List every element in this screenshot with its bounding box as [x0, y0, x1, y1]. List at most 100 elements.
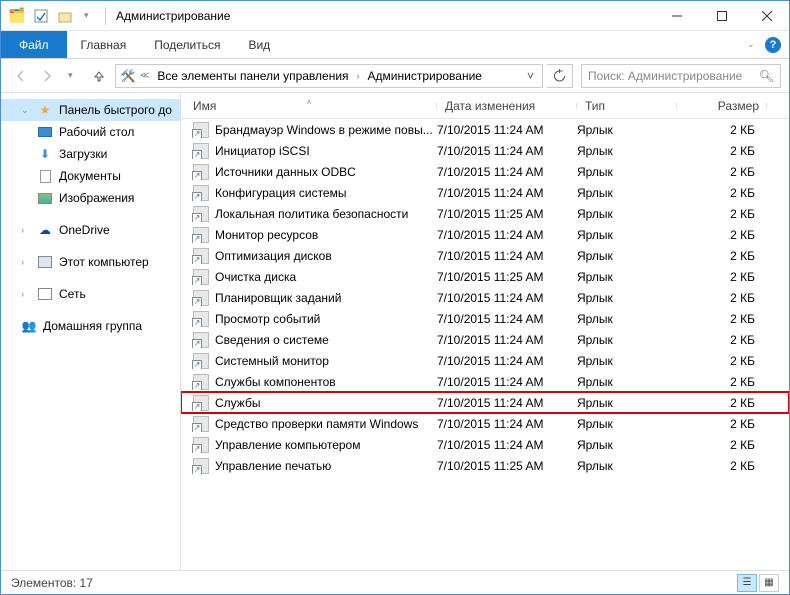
file-name: Управление компьютером — [215, 438, 360, 452]
view-icons-button[interactable]: ▦ — [759, 574, 779, 592]
sidebar-item-thispc[interactable]: ›Этот компьютер — [1, 251, 180, 273]
search-placeholder: Поиск: Администрирование — [588, 69, 742, 83]
minimize-button[interactable] — [654, 2, 699, 30]
address-bar[interactable]: 🛠️ ≪ Все элементы панели управления › Ад… — [115, 64, 543, 88]
sidebar-item-documents[interactable]: Документы — [1, 165, 180, 187]
file-date: 7/10/2015 11:25 AM — [437, 270, 577, 284]
desktop-icon — [37, 124, 53, 140]
sidebar-item-homegroup[interactable]: 👥Домашняя группа — [1, 315, 180, 337]
network-icon — [37, 286, 53, 302]
column-type[interactable]: Тип — [577, 99, 677, 113]
file-row[interactable]: Средство проверки памяти Windows7/10/201… — [181, 413, 789, 434]
file-row[interactable]: Локальная политика безопасности7/10/2015… — [181, 203, 789, 224]
sidebar-item-pictures[interactable]: Изображения — [1, 187, 180, 209]
tab-file[interactable]: Файл — [1, 31, 67, 58]
help-icon[interactable]: ? — [765, 37, 781, 53]
column-size[interactable]: Размер — [677, 99, 767, 113]
forward-button[interactable] — [35, 64, 59, 88]
column-date[interactable]: Дата изменения — [437, 99, 577, 113]
sidebar-item-network[interactable]: ›Сеть — [1, 283, 180, 305]
file-row[interactable]: Очистка диска7/10/2015 11:25 AMЯрлык2 КБ — [181, 266, 789, 287]
sidebar-item-desktop[interactable]: Рабочий стол — [1, 121, 180, 143]
file-name: Просмотр событий — [215, 312, 320, 326]
file-row[interactable]: Службы компонентов7/10/2015 11:24 AMЯрлы… — [181, 371, 789, 392]
app-icon[interactable]: 🗂️ — [7, 6, 27, 26]
maximize-button[interactable] — [699, 2, 744, 30]
column-name[interactable]: Имя˄ — [181, 99, 437, 113]
file-size: 2 КБ — [677, 417, 767, 431]
file-name: Службы компонентов — [215, 375, 336, 389]
up-button[interactable] — [87, 64, 111, 88]
file-size: 2 КБ — [677, 459, 767, 473]
file-date: 7/10/2015 11:24 AM — [437, 291, 577, 305]
address-dropdown-icon[interactable]: ˅ — [523, 69, 538, 83]
tab-share[interactable]: Поделиться — [140, 31, 234, 58]
search-input[interactable]: Поиск: Администрирование 🔍︎ — [581, 64, 781, 88]
file-row[interactable]: Конфигурация системы7/10/2015 11:24 AMЯр… — [181, 182, 789, 203]
qat-properties-icon[interactable] — [31, 6, 51, 26]
file-row[interactable]: Управление печатью7/10/2015 11:25 AMЯрлы… — [181, 455, 789, 476]
qat-dropdown-icon[interactable]: ▾ — [79, 6, 99, 26]
shortcut-icon — [193, 395, 209, 411]
file-name: Оптимизация дисков — [215, 249, 332, 263]
file-type: Ярлык — [577, 186, 677, 200]
file-date: 7/10/2015 11:24 AM — [437, 123, 577, 137]
sidebar-item-downloads[interactable]: ⬇Загрузки — [1, 143, 180, 165]
file-type: Ярлык — [577, 375, 677, 389]
shortcut-icon — [193, 248, 209, 264]
shortcut-icon — [193, 458, 209, 474]
file-row[interactable]: Планировщик заданий7/10/2015 11:24 AMЯрл… — [181, 287, 789, 308]
breadcrumb-item[interactable]: Все элементы панели управления — [153, 69, 352, 83]
file-type: Ярлык — [577, 396, 677, 410]
file-row[interactable]: Просмотр событий7/10/2015 11:24 AMЯрлык2… — [181, 308, 789, 329]
file-size: 2 КБ — [677, 165, 767, 179]
shortcut-icon — [193, 206, 209, 222]
tab-home[interactable]: Главная — [67, 31, 141, 58]
file-row[interactable]: Сведения о системе7/10/2015 11:24 AMЯрлы… — [181, 329, 789, 350]
file-name: Очистка диска — [215, 270, 296, 284]
file-date: 7/10/2015 11:24 AM — [437, 396, 577, 410]
file-type: Ярлык — [577, 144, 677, 158]
file-row[interactable]: Инициатор iSCSI7/10/2015 11:24 AMЯрлык2 … — [181, 140, 789, 161]
file-date: 7/10/2015 11:24 AM — [437, 438, 577, 452]
tab-view[interactable]: Вид — [234, 31, 284, 58]
file-type: Ярлык — [577, 438, 677, 452]
file-size: 2 КБ — [677, 396, 767, 410]
sort-asc-icon: ˄ — [307, 98, 312, 107]
file-size: 2 КБ — [677, 438, 767, 452]
file-name: Источники данных ODBC — [215, 165, 356, 179]
file-row[interactable]: Службы7/10/2015 11:24 AMЯрлык2 КБ — [181, 392, 789, 413]
chevron-right-icon[interactable]: ≪ — [140, 70, 149, 81]
shortcut-icon — [193, 374, 209, 390]
file-row[interactable]: Монитор ресурсов7/10/2015 11:24 AMЯрлык2… — [181, 224, 789, 245]
file-date: 7/10/2015 11:24 AM — [437, 312, 577, 326]
ribbon-expand-icon[interactable]: ⌄ — [747, 39, 757, 50]
file-row[interactable]: Источники данных ODBC7/10/2015 11:24 AMЯ… — [181, 161, 789, 182]
file-row[interactable]: Управление компьютером 7/10/2015 11:24 AM… — [181, 434, 789, 455]
shortcut-icon — [193, 122, 209, 138]
file-list[interactable]: Имя˄ Дата изменения Тип Размер Брандмауэ… — [181, 93, 789, 570]
breadcrumb-item[interactable]: Администрирование — [364, 69, 486, 83]
file-row[interactable]: Системный монитор7/10/2015 11:24 AMЯрлык… — [181, 350, 789, 371]
ribbon-tabs: Файл Главная Поделиться Вид ⌄ ? — [1, 31, 789, 59]
sidebar-item-onedrive[interactable]: ›☁OneDrive — [1, 219, 180, 241]
view-details-button[interactable]: ☰ — [737, 574, 757, 592]
sidebar-label: Домашняя группа — [43, 319, 142, 333]
navigation-bar: ▾ 🛠️ ≪ Все элементы панели управления › … — [1, 59, 789, 93]
shortcut-icon — [193, 290, 209, 306]
chevron-right-icon[interactable]: › — [357, 71, 360, 81]
refresh-button[interactable] — [547, 64, 573, 88]
status-bar: Элементов: 17 ☰ ▦ — [1, 570, 789, 594]
recent-dropdown-icon[interactable]: ▾ — [61, 64, 85, 88]
column-headers: Имя˄ Дата изменения Тип Размер — [181, 93, 789, 119]
shortcut-icon — [193, 185, 209, 201]
close-button[interactable] — [744, 2, 789, 30]
file-row[interactable]: Оптимизация дисков7/10/2015 11:24 AMЯрлы… — [181, 245, 789, 266]
qat-newfolder-icon[interactable] — [55, 6, 75, 26]
sidebar-item-quickaccess[interactable]: ⌄★Панель быстрого до — [1, 99, 180, 121]
file-name: Сведения о системе — [215, 333, 329, 347]
file-row[interactable]: Брандмауэр Windows в режиме повы...7/10/… — [181, 119, 789, 140]
file-date: 7/10/2015 11:24 AM — [437, 417, 577, 431]
back-button[interactable] — [9, 64, 33, 88]
file-size: 2 КБ — [677, 144, 767, 158]
